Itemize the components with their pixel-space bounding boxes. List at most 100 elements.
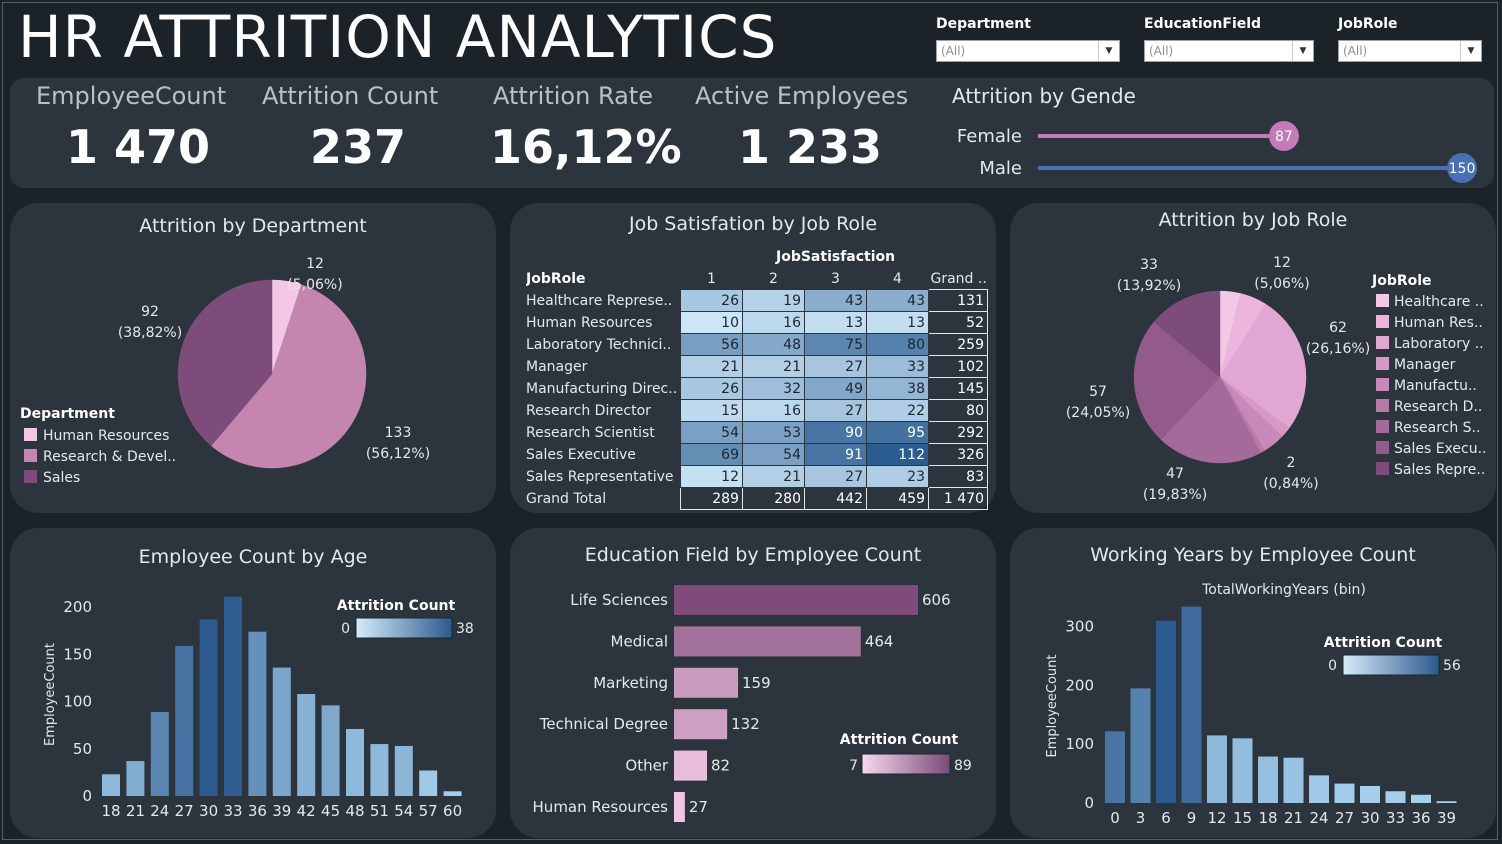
filter-department-select[interactable]: (All) ▼ <box>936 40 1120 62</box>
years-x-tick: 18 <box>1258 809 1277 827</box>
jobsat-row-label: Research Director <box>526 402 651 419</box>
dept-slice-value-1: 133 <box>385 425 412 441</box>
years-bar <box>1130 688 1151 803</box>
edu-legend-min: 7 <box>849 758 858 774</box>
age-bar <box>199 619 218 796</box>
jobsat-cell: 54 <box>742 443 805 466</box>
table-row: Human Resources 10 16 13 13 52 <box>526 311 988 334</box>
age-y-tick: 0 <box>82 787 92 805</box>
jobsat-cell: 22 <box>866 399 929 422</box>
age-bar <box>248 631 267 796</box>
age-x-tick: 60 <box>443 802 462 820</box>
years-x-tick: 0 <box>1110 809 1120 827</box>
edu-bar <box>674 792 685 822</box>
years-y-tick: 0 <box>1084 794 1094 812</box>
years-panel: Working Years by Employee Count TotalWor… <box>1010 528 1496 838</box>
years-x-tick: 12 <box>1207 809 1226 827</box>
years-y-tick: 200 <box>1065 676 1094 694</box>
jobrole-legend-label-4: Manufactu.. <box>1394 378 1477 394</box>
jobsat-row-total: 83 <box>928 465 988 488</box>
jobsat-cell: 10 <box>680 311 743 334</box>
years-legend-max: 56 <box>1443 658 1461 674</box>
filter-department[interactable]: Department (All) ▼ <box>936 16 1120 62</box>
jobrole-legend-label-1: Human Res.. <box>1394 315 1483 331</box>
jobrole-legend-swatch-0 <box>1376 294 1389 307</box>
age-x-tick: 57 <box>419 802 438 820</box>
jobrole-slice-value-1: 12 <box>1273 255 1291 271</box>
jobsat-grand-total-cell: 459 <box>866 487 929 510</box>
filter-education-select[interactable]: (All) ▼ <box>1144 40 1314 62</box>
jobsat-row-label: Research Scientist <box>526 424 655 441</box>
years-x-tick: 24 <box>1309 809 1328 827</box>
years-bar <box>1283 757 1304 803</box>
jobsat-cell: 43 <box>804 289 867 312</box>
years-bar <box>1309 775 1329 803</box>
jobsat-col-total: Grand .. <box>930 270 987 287</box>
edu-legend-gradient <box>861 753 951 775</box>
filter-jobrole-select[interactable]: (All) ▼ <box>1338 40 1482 62</box>
jobsat-row-label: Healthcare Represe.. <box>526 292 673 309</box>
jobsat-row-total: 131 <box>928 289 988 312</box>
chevron-down-icon[interactable]: ▼ <box>1292 41 1313 61</box>
chevron-down-icon[interactable]: ▼ <box>1098 41 1119 61</box>
dept-legend-swatch-0 <box>24 428 37 441</box>
age-panel: Employee Count by Age EmployeeCount 0 50 10… <box>10 528 496 838</box>
gender-label-male: Male <box>979 158 1022 179</box>
jobsat-row-label: Human Resources <box>526 314 653 331</box>
jobrole-slice-pct-7: (24,05%) <box>1066 405 1130 421</box>
jobsat-cell: 112 <box>866 443 929 466</box>
dept-legend-label-1: Research & Devel.. <box>43 449 176 465</box>
jobsat-cell: 27 <box>804 465 867 488</box>
age-bar <box>321 705 340 796</box>
jobsat-cell: 27 <box>804 355 867 378</box>
age-bar-chart: EmployeeCount 0 50 100 150 200 18 21 24 27 30 33 36 3… <box>43 596 474 820</box>
jobsat-row-header: JobRole <box>526 270 586 287</box>
years-x-tick: 27 <box>1335 809 1354 827</box>
filter-education[interactable]: EducationField (All) ▼ <box>1144 16 1314 62</box>
jobsat-cell: 53 <box>742 421 805 444</box>
age-x-tick: 54 <box>394 802 413 820</box>
chevron-down-icon[interactable]: ▼ <box>1460 41 1481 61</box>
dashboard-title: HR ATTRITION ANALYTICS <box>18 3 778 71</box>
jobrole-legend-swatch-5 <box>1376 399 1389 412</box>
jobsat-cell: 27 <box>804 399 867 422</box>
age-x-tick: 18 <box>101 802 120 820</box>
age-x-tick: 27 <box>175 802 194 820</box>
jobsat-cell: 21 <box>742 355 805 378</box>
jobsat-row-total: 326 <box>928 443 988 466</box>
dept-legend-swatch-2 <box>24 470 37 483</box>
age-bar <box>370 744 389 796</box>
dept-legend-label-2: Sales <box>43 470 80 486</box>
years-y-axis-title: EmployeeCount <box>1045 655 1060 758</box>
years-legend-gradient <box>1342 654 1440 676</box>
filter-jobrole[interactable]: JobRole (All) ▼ <box>1338 16 1482 62</box>
kpi-employee-count-value: 1 470 <box>66 120 211 174</box>
edu-legend-max: 89 <box>954 758 972 774</box>
table-row: Research Director 15 16 27 22 80 <box>526 399 988 422</box>
kpi-panel: EmployeeCount 1 470 Attrition Count 237 … <box>10 78 1494 188</box>
jobsat-cell: 48 <box>742 333 805 356</box>
jobsat-cell: 90 <box>804 421 867 444</box>
filter-education-label: EducationField <box>1144 16 1262 32</box>
age-x-tick: 39 <box>272 802 291 820</box>
years-bar <box>1181 606 1202 803</box>
kpi-attrition-rate-value: 16,12% <box>490 120 682 174</box>
edu-bar <box>674 585 918 615</box>
years-y-tick: 100 <box>1065 735 1094 753</box>
years-x-tick: 15 <box>1233 809 1252 827</box>
years-x-tick: 39 <box>1437 809 1456 827</box>
gender-label-female: Female <box>957 126 1022 147</box>
jobsat-grand-total-cell: 442 <box>804 487 867 510</box>
jobsat-cell: 56 <box>680 333 743 356</box>
jobsat-grand-total-cell: 280 <box>742 487 805 510</box>
jobrole-slice-pct-1: (5,06%) <box>1254 276 1309 292</box>
edu-bar <box>674 750 708 781</box>
jobsat-row-total: 259 <box>928 333 988 356</box>
jobrole-slice-pct-2: (26,16%) <box>1306 341 1370 357</box>
jobsat-cell: 15 <box>680 399 743 422</box>
edu-bar <box>674 667 739 698</box>
jobrole-legend-swatch-7 <box>1376 441 1389 454</box>
years-bar-chart: TotalWorkingYears (bin) EmployeeCount 0 10… <box>1045 582 1461 827</box>
age-y-tick: 200 <box>63 598 92 616</box>
jobsat-row-total: 292 <box>928 421 988 444</box>
